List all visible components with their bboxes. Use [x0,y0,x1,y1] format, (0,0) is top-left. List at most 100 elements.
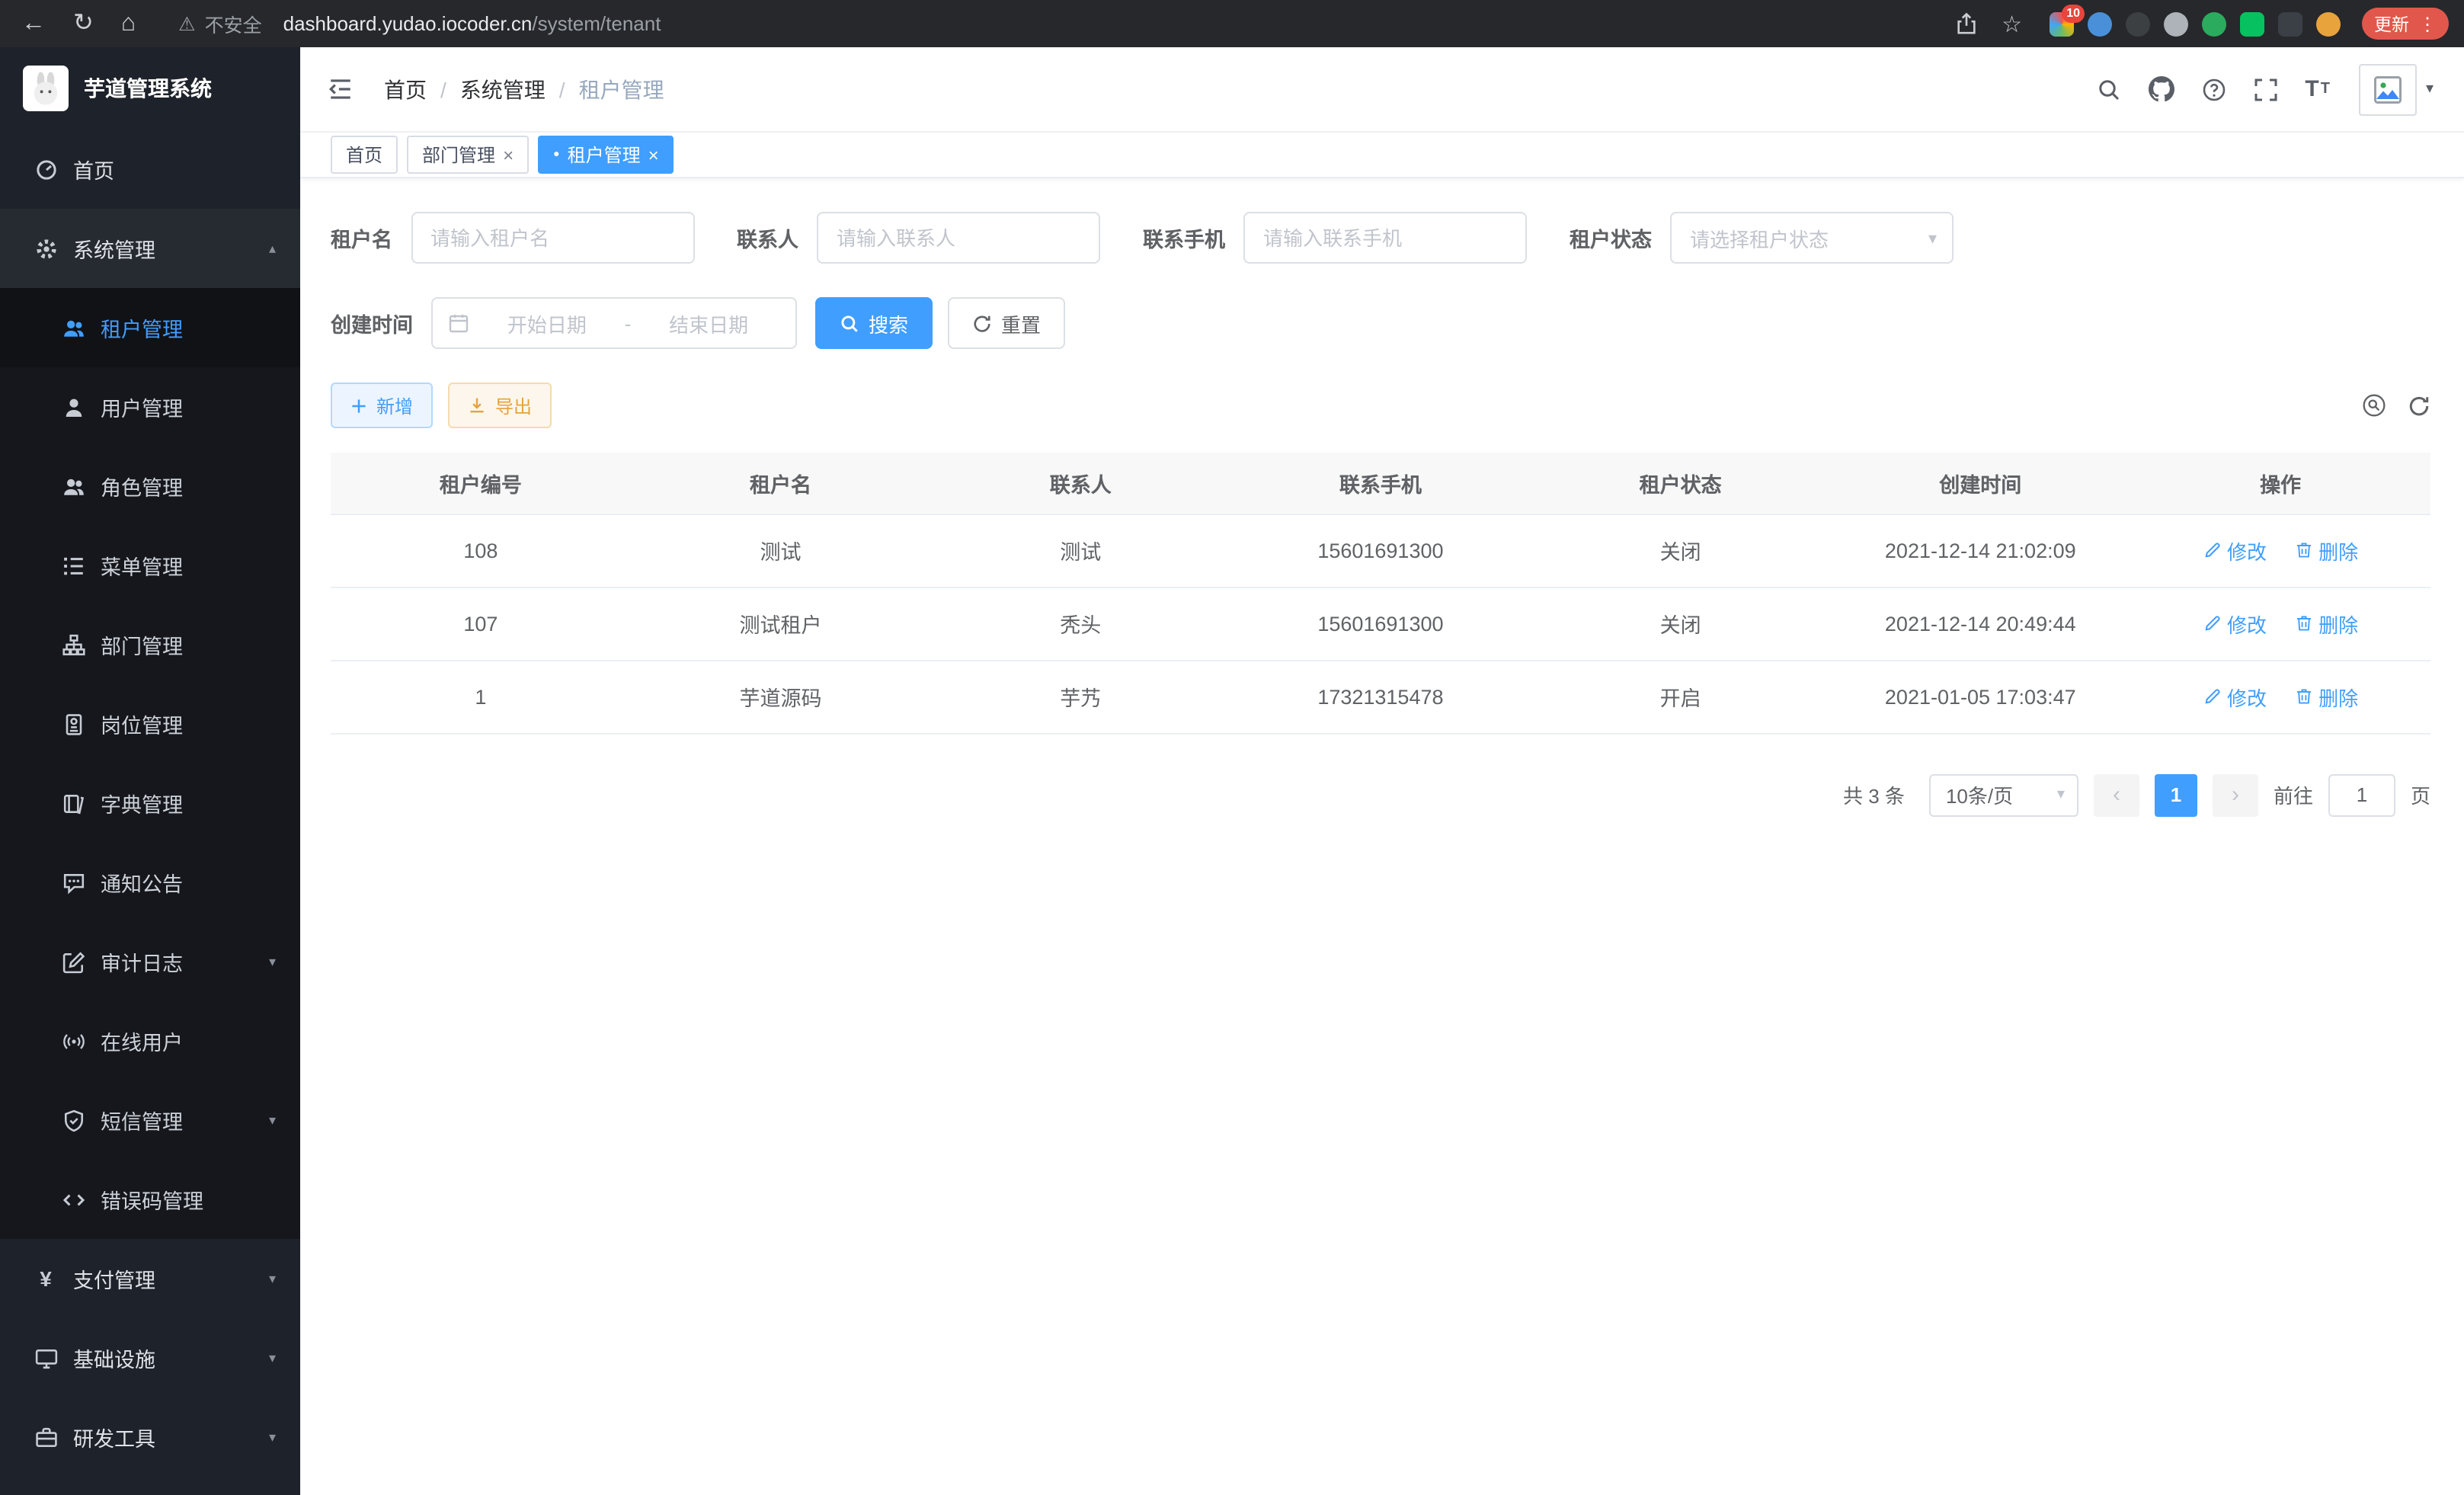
browser-back-icon[interactable]: ← [21,11,46,36]
next-page-button[interactable]: › [2213,773,2258,816]
sidebar-item-system-management[interactable]: 系统管理 ▴ [0,209,300,288]
date-range-picker[interactable]: 开始日期 - 结束日期 [431,297,797,349]
kebab-menu-icon: ⋮ [2418,13,2437,34]
extension-icon[interactable] [2240,11,2264,36]
sidebar-item-label: 在线用户 [101,1026,183,1056]
sidebar-collapse-icon[interactable] [328,76,354,102]
extension-icon[interactable] [2088,11,2112,36]
breadcrumb-home[interactable]: 首页 [384,74,427,104]
edit-label: 修改 [2227,682,2267,711]
status-select-placeholder: 请选择租户状态 [1690,223,1829,252]
cell-mobile: 17321315478 [1230,660,1531,733]
extension-icon[interactable] [2316,11,2341,36]
gear-icon [34,237,58,260]
fullscreen-icon[interactable] [2253,77,2277,101]
delete-link[interactable]: 删除 [2294,682,2358,711]
sidebar-item-online-users[interactable]: 在线用户 [0,1001,300,1080]
goto-page-input[interactable] [2328,773,2395,816]
tab-label: 首页 [346,142,382,168]
col-tenant-name: 租户名 [631,453,931,514]
sidebar-item-role-management[interactable]: 角色管理 [0,447,300,526]
github-icon[interactable] [2148,76,2174,102]
code-icon [61,1188,85,1211]
cell-created: 2021-01-05 17:03:47 [1830,660,2130,733]
sidebar-item-label: 基础设施 [73,1343,155,1373]
page-number-1[interactable]: 1 [2155,773,2197,816]
book-icon [61,792,85,815]
avatar-caret-down-icon[interactable]: ▾ [2426,81,2434,98]
broken-image-icon [2374,75,2402,103]
tab-tenant-management[interactable]: ● 租户管理 × [538,136,674,174]
export-button[interactable]: 导出 [448,383,552,428]
tenant-name-input[interactable] [411,212,694,264]
sidebar-item-infrastructure[interactable]: 基础设施 ▾ [0,1318,300,1397]
avatar[interactable] [2359,63,2417,115]
font-size-icon[interactable]: TT [2305,76,2331,102]
browser-bar: ← ↻ ⌂ ⚠ 不安全 dashboard.yudao.iocoder.cn/s… [0,0,2464,47]
delete-link[interactable]: 删除 [2294,536,2358,565]
browser-home-icon[interactable]: ⌂ [121,11,136,36]
tab-dept-management[interactable]: 部门管理 × [407,136,529,174]
cell-tenant-name: 测试租户 [631,587,931,660]
trash-icon [2294,541,2312,559]
address-bar[interactable]: dashboard.yudao.iocoder.cn/system/tenant [283,12,661,35]
chrome-update-button[interactable]: 更新 ⋮ [2362,8,2449,40]
sidebar-item-dev-tools[interactable]: 研发工具 ▾ [0,1397,300,1477]
extension-icon[interactable] [2278,11,2302,36]
share-icon[interactable] [1954,12,1977,35]
extension-icon[interactable] [2164,11,2188,36]
sidebar-item-home[interactable]: 首页 [0,130,300,209]
browser-reload-icon[interactable]: ↻ [73,11,94,36]
sidebar-item-error-code[interactable]: 错误码管理 [0,1160,300,1239]
search-button[interactable]: 搜索 [815,297,933,349]
edit-link[interactable]: 修改 [2203,682,2267,711]
col-contact: 联系人 [930,453,1230,514]
chevron-down-icon: ▾ [269,1270,276,1287]
status-select[interactable]: 请选择租户状态 ▾ [1670,212,1954,264]
delete-link[interactable]: 删除 [2294,609,2358,638]
sidebar-item-menu-management[interactable]: 菜单管理 [0,526,300,605]
edit-link[interactable]: 修改 [2203,536,2267,565]
mobile-input[interactable] [1243,212,1527,264]
id-badge-icon [61,712,85,735]
breadcrumb-system[interactable]: 系统管理 [460,74,546,104]
reset-button[interactable]: 重置 [948,297,1065,349]
cell-mobile: 15601691300 [1230,587,1531,660]
prev-page-button[interactable]: ‹ [2094,773,2139,816]
page-content: 租户名 联系人 联系手机 租户状态 请选择租户状态 [300,178,2464,1495]
sidebar-item-payment[interactable]: ¥ 支付管理 ▾ [0,1239,300,1318]
extension-icon[interactable] [2126,11,2150,36]
contact-input[interactable] [817,212,1100,264]
show-search-toggle-icon[interactable] [2362,393,2386,418]
edit-link[interactable]: 修改 [2203,609,2267,638]
app-logo[interactable]: 芋道管理系统 [0,47,300,130]
sidebar-item-user-management[interactable]: 用户管理 [0,367,300,447]
sidebar-item-post-management[interactable]: 岗位管理 [0,684,300,764]
chevron-down-icon: ▾ [269,1429,276,1445]
refresh-table-icon[interactable] [2408,394,2430,417]
sidebar-item-label: 字典管理 [101,788,183,818]
sidebar-item-notice[interactable]: 通知公告 [0,843,300,922]
date-start-placeholder: 开始日期 [475,309,619,338]
extension-icon[interactable] [2202,11,2226,36]
sidebar-item-sms-management[interactable]: 短信管理 ▾ [0,1080,300,1160]
cell-tenant-name: 测试 [631,514,931,587]
close-icon[interactable]: × [503,144,514,165]
close-icon[interactable]: × [648,144,659,165]
filter-tenant-name: 租户名 [331,212,694,264]
bookmark-star-icon[interactable]: ☆ [2002,10,2022,37]
tab-home[interactable]: 首页 [331,136,398,174]
update-label: 更新 [2374,11,2409,36]
sidebar-item-dept-management[interactable]: 部门管理 [0,605,300,684]
sidebar-item-dict-management[interactable]: 字典管理 [0,764,300,843]
help-icon[interactable] [2201,77,2226,101]
sidebar-item-tenant-management[interactable]: 租户管理 [0,288,300,367]
sidebar-item-audit-log[interactable]: 审计日志 ▾ [0,922,300,1001]
tags-view-bar: 首页 部门管理 × ● 租户管理 × [300,133,2464,178]
search-icon[interactable] [2096,77,2120,101]
site-security-chip[interactable]: ⚠ 不安全 [178,9,261,38]
extension-icon[interactable]: 10 [2050,11,2074,36]
add-button[interactable]: 新增 [331,383,433,428]
page-size-select[interactable]: 10条/页 ▾ [1929,773,2078,816]
security-label: 不安全 [205,9,262,38]
